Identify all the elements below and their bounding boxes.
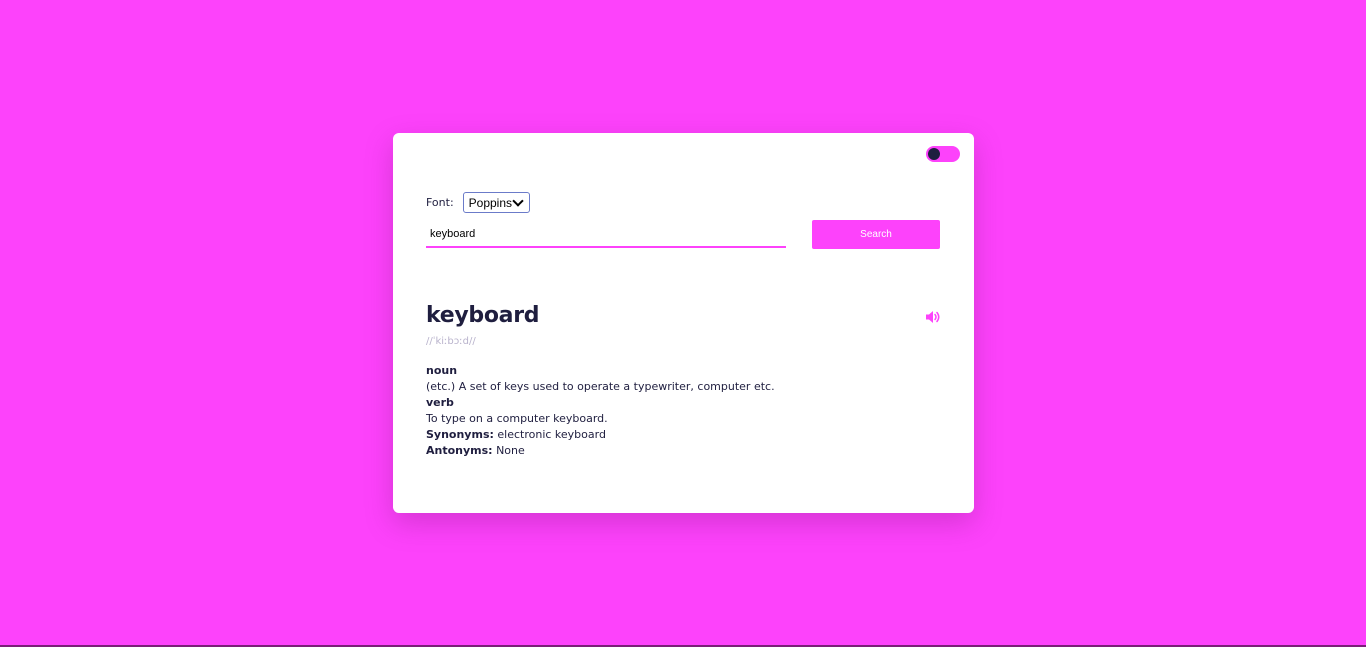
- dictionary-card: Font: Poppins Search keyboard //ˈkiːbɔːd…: [393, 133, 974, 513]
- part-of-speech-noun: noun: [426, 364, 458, 377]
- toggle-knob: [928, 148, 940, 160]
- font-select-value: Poppins: [468, 195, 513, 210]
- theme-toggle[interactable]: [926, 146, 960, 162]
- phonetic-text: //ˈkiːbɔːd//: [426, 336, 476, 347]
- meanings-list: noun (etc.) A set of keys used to operat…: [426, 363, 775, 459]
- synonyms-row: Synonyms: electronic keyboard: [426, 427, 775, 443]
- antonyms-value: None: [496, 444, 525, 457]
- part-of-speech-verb: verb: [426, 396, 454, 409]
- search-button[interactable]: Search: [812, 220, 940, 249]
- speaker-icon[interactable]: [925, 310, 941, 324]
- chevron-down-icon: [511, 194, 524, 207]
- definition-noun: (etc.) A set of keys used to operate a t…: [426, 380, 775, 393]
- synonyms-value: electronic keyboard: [497, 428, 606, 441]
- antonyms-label: Antonyms:: [426, 444, 493, 457]
- definition-verb: To type on a computer keyboard.: [426, 412, 608, 425]
- search-input[interactable]: [426, 222, 786, 248]
- antonyms-row: Antonyms: None: [426, 443, 775, 459]
- font-selector-row: Font: Poppins: [426, 192, 530, 213]
- font-label: Font:: [426, 196, 454, 209]
- font-select[interactable]: Poppins: [462, 192, 530, 213]
- result-word: keyboard: [426, 303, 540, 328]
- synonyms-label: Synonyms:: [426, 428, 494, 441]
